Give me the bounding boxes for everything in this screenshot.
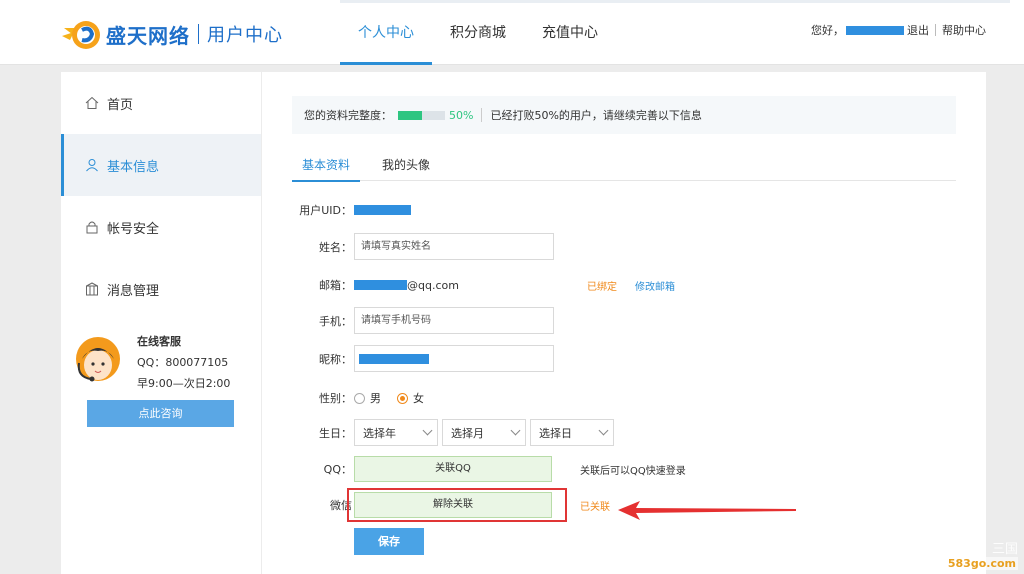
gender-female-label: 女	[413, 392, 424, 405]
phone-input[interactable]	[354, 307, 554, 334]
help-center-link[interactable]: 帮助中心	[942, 22, 986, 38]
tab-basic-profile[interactable]: 基本资料	[292, 154, 361, 182]
service-hours: 早9:00—次日2:00	[137, 377, 231, 390]
phone-row: 手机：	[262, 307, 554, 334]
gender-male-label: 男	[370, 392, 381, 405]
customer-service-avatar	[76, 337, 120, 382]
home-icon	[85, 96, 99, 109]
divider	[935, 24, 936, 36]
logo-text: 盛天网络	[106, 23, 190, 48]
wechat-linked-status: 已关联	[580, 501, 610, 513]
month-select-value: 选择月	[451, 426, 484, 440]
annotation-arrow-icon	[618, 501, 796, 520]
divider	[481, 108, 483, 122]
sidebar: 首页 基本信息 帐号安全 消息管理 在线客服 QQ：800077105 早9:0…	[61, 72, 261, 574]
qq-hint: 关联后可以QQ快速登录	[580, 465, 686, 477]
birthday-row: 生日： 选择年 选择月 选择日	[262, 419, 618, 446]
header: 盛天网络 用户中心 个人中心 积分商城 充值中心 您好， 退出 帮助中心	[0, 0, 1024, 65]
tab-my-avatar[interactable]: 我的头像	[372, 154, 440, 181]
logout-link[interactable]: 退出	[907, 22, 929, 38]
profile-completeness: 您的资料完整度： 50% 已经打败50%的用户，请继续完善以下信息	[292, 96, 956, 134]
nav-points-mall[interactable]: 积分商城	[432, 0, 524, 65]
modify-email-link[interactable]: 修改邮箱	[635, 278, 675, 293]
sidebar-item-label: 首页	[107, 97, 134, 113]
highlight-box	[347, 488, 567, 522]
completeness-progress	[398, 110, 445, 120]
logo[interactable]: 盛天网络 用户中心	[60, 14, 283, 54]
email-suffix: @qq.com	[407, 278, 459, 292]
month-select[interactable]: 选择月	[442, 419, 526, 446]
logo-divider	[198, 24, 199, 44]
nickname-label: 昵称：	[319, 352, 352, 366]
gender-female-radio[interactable]	[397, 392, 408, 404]
completeness-label: 您的资料完整度：	[304, 109, 392, 122]
sidebar-item-label: 基本信息	[107, 159, 160, 175]
lock-icon	[86, 221, 98, 234]
chevron-down-icon	[598, 425, 609, 436]
email-bound-status: 已绑定	[586, 281, 617, 293]
user-menu: 您好， 退出 帮助中心	[811, 22, 986, 38]
uid-row: 用户UID：	[262, 202, 411, 218]
watermark-line1: 三国	[991, 542, 1018, 557]
sidebar-item-basic-info[interactable]: 基本信息	[61, 134, 261, 196]
service-title: 在线客服	[137, 335, 181, 348]
chevron-down-icon	[510, 425, 521, 436]
day-select[interactable]: 选择日	[530, 419, 614, 446]
completeness-progress-fill	[398, 110, 422, 120]
save-button[interactable]: 保存	[354, 528, 424, 555]
link-qq-button[interactable]: 关联QQ	[354, 456, 552, 482]
birthday-label: 生日：	[319, 426, 352, 440]
nickname-row: 昵称：	[262, 345, 554, 372]
completeness-message: 已经打败50%的用户，请继续完善以下信息	[490, 109, 702, 122]
user-icon	[86, 159, 98, 172]
watermark-line2: 583go.com	[945, 557, 1018, 570]
gender-row: 性别： 男 女	[262, 390, 424, 406]
sidebar-item-account-security[interactable]: 帐号安全	[61, 196, 261, 258]
day-select-value: 选择日	[539, 426, 572, 440]
gender-male-radio[interactable]	[354, 392, 365, 404]
greeting-text: 您好，	[811, 24, 844, 37]
online-service: 在线客服 QQ：800077105 早9:00—次日2:00	[61, 327, 261, 397]
sidebar-item-label: 帐号安全	[107, 221, 160, 237]
service-qq: QQ：800077105	[137, 356, 229, 369]
name-input[interactable]	[354, 233, 554, 260]
service-info: 在线客服 QQ：800077105 早9:00—次日2:00	[137, 331, 230, 394]
username-redacted	[846, 25, 904, 35]
nickname-input[interactable]	[354, 345, 554, 372]
message-icon	[86, 282, 98, 296]
year-select-value: 选择年	[363, 426, 396, 440]
chevron-down-icon	[422, 425, 433, 436]
main-content: 您的资料完整度： 50% 已经打败50%的用户，请继续完善以下信息 基本资料 我…	[262, 72, 986, 574]
phone-label: 手机：	[319, 314, 352, 328]
logo-subtitle: 用户中心	[207, 25, 283, 46]
main-nav: 个人中心 积分商城 充值中心	[340, 0, 616, 65]
logo-icon	[62, 21, 100, 49]
uid-value-redacted	[354, 205, 411, 215]
name-row: 姓名：	[262, 233, 554, 260]
email-row: 邮箱： @qq.com 已绑定 修改邮箱	[262, 277, 675, 293]
wechat-label: 微信	[330, 499, 352, 512]
profile-tabs: 基本资料 我的头像	[292, 154, 956, 182]
consult-button[interactable]: 点此咨询	[87, 400, 234, 427]
completeness-percent: 50%	[449, 108, 474, 122]
email-label: 邮箱：	[319, 279, 352, 292]
email-redacted	[354, 280, 407, 290]
nav-recharge-center[interactable]: 充值中心	[524, 0, 616, 65]
nav-personal-center[interactable]: 个人中心	[340, 0, 432, 65]
nickname-redacted	[359, 353, 429, 364]
watermark: 三国 583go.com	[945, 538, 1018, 570]
qq-row: QQ： 关联QQ 关联后可以QQ快速登录	[262, 456, 686, 482]
gender-label: 性别：	[319, 392, 352, 405]
sidebar-item-label: 消息管理	[107, 283, 160, 299]
year-select[interactable]: 选择年	[354, 419, 438, 446]
sidebar-item-message-management[interactable]: 消息管理	[61, 258, 261, 320]
name-label: 姓名：	[319, 240, 352, 254]
uid-label: 用户UID：	[299, 204, 352, 217]
sidebar-item-home[interactable]: 首页	[61, 72, 261, 134]
qq-label: QQ：	[323, 463, 352, 476]
